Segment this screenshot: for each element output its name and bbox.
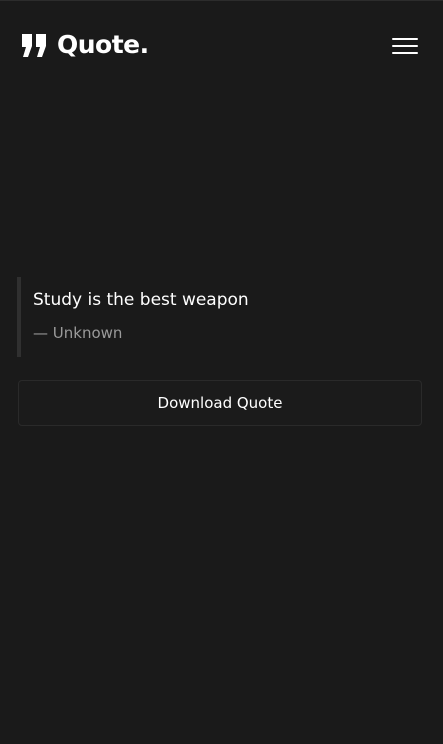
download-quote-button[interactable]: Download Quote [18,380,422,426]
quote-card: Study is the best weapon — Unknown [17,277,422,357]
menu-line [392,45,418,47]
quote-author: — Unknown [33,324,123,342]
menu-line [392,38,418,40]
logo-text: Quote. [57,30,149,59]
quote-text: Study is the best weapon [33,290,249,310]
quote-marks-icon [22,33,46,57]
hamburger-menu-icon[interactable] [391,35,419,57]
logo[interactable]: Quote. [21,31,149,59]
menu-line [392,52,418,54]
header: Quote. [0,1,443,91]
